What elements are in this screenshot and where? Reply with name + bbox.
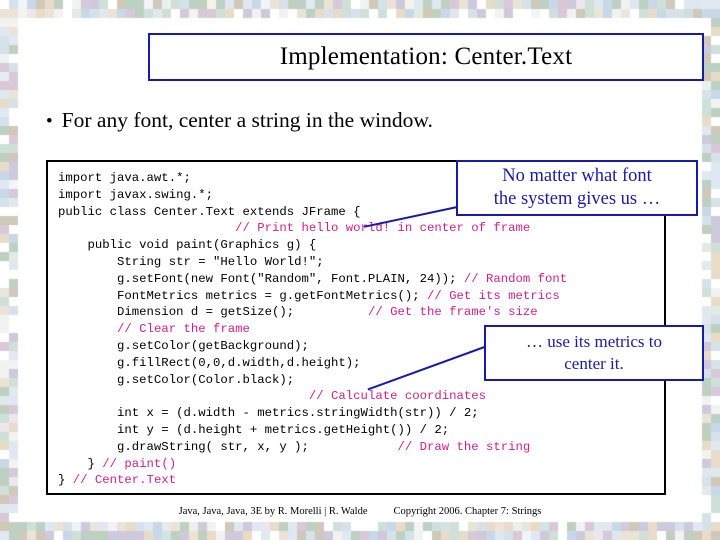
callout-1-line-2: the system gives us … <box>493 189 661 209</box>
bullet-text: For any font, center a string in the win… <box>61 108 433 132</box>
bullet-row: • For any font, center a string in the w… <box>46 108 686 133</box>
slide-canvas: Implementation: Center.Text • For any fo… <box>0 0 720 540</box>
footer-copyright: Copyright 2006. Chapter 7: Strings <box>393 506 542 517</box>
callout-2-line-2: center it. <box>564 354 624 373</box>
footer-attribution: Java, Java, Java, 3E by R. Morelli | R. … <box>178 506 368 517</box>
slide-title-box: Implementation: Center.Text <box>148 33 704 81</box>
callout-2-line-1: … use its metrics to <box>526 332 662 351</box>
callout-1-line-1: No matter what font <box>502 166 652 186</box>
page-title: Implementation: Center.Text <box>279 43 573 70</box>
bullet-marker-icon: • <box>46 111 53 132</box>
slide-footer: Java, Java, Java, 3E by R. Morelli | R. … <box>0 506 720 517</box>
callout-no-matter-what-font: No matter what font the system gives us … <box>456 160 698 216</box>
callout-use-its-metrics: … use its metrics to center it. <box>484 325 704 381</box>
